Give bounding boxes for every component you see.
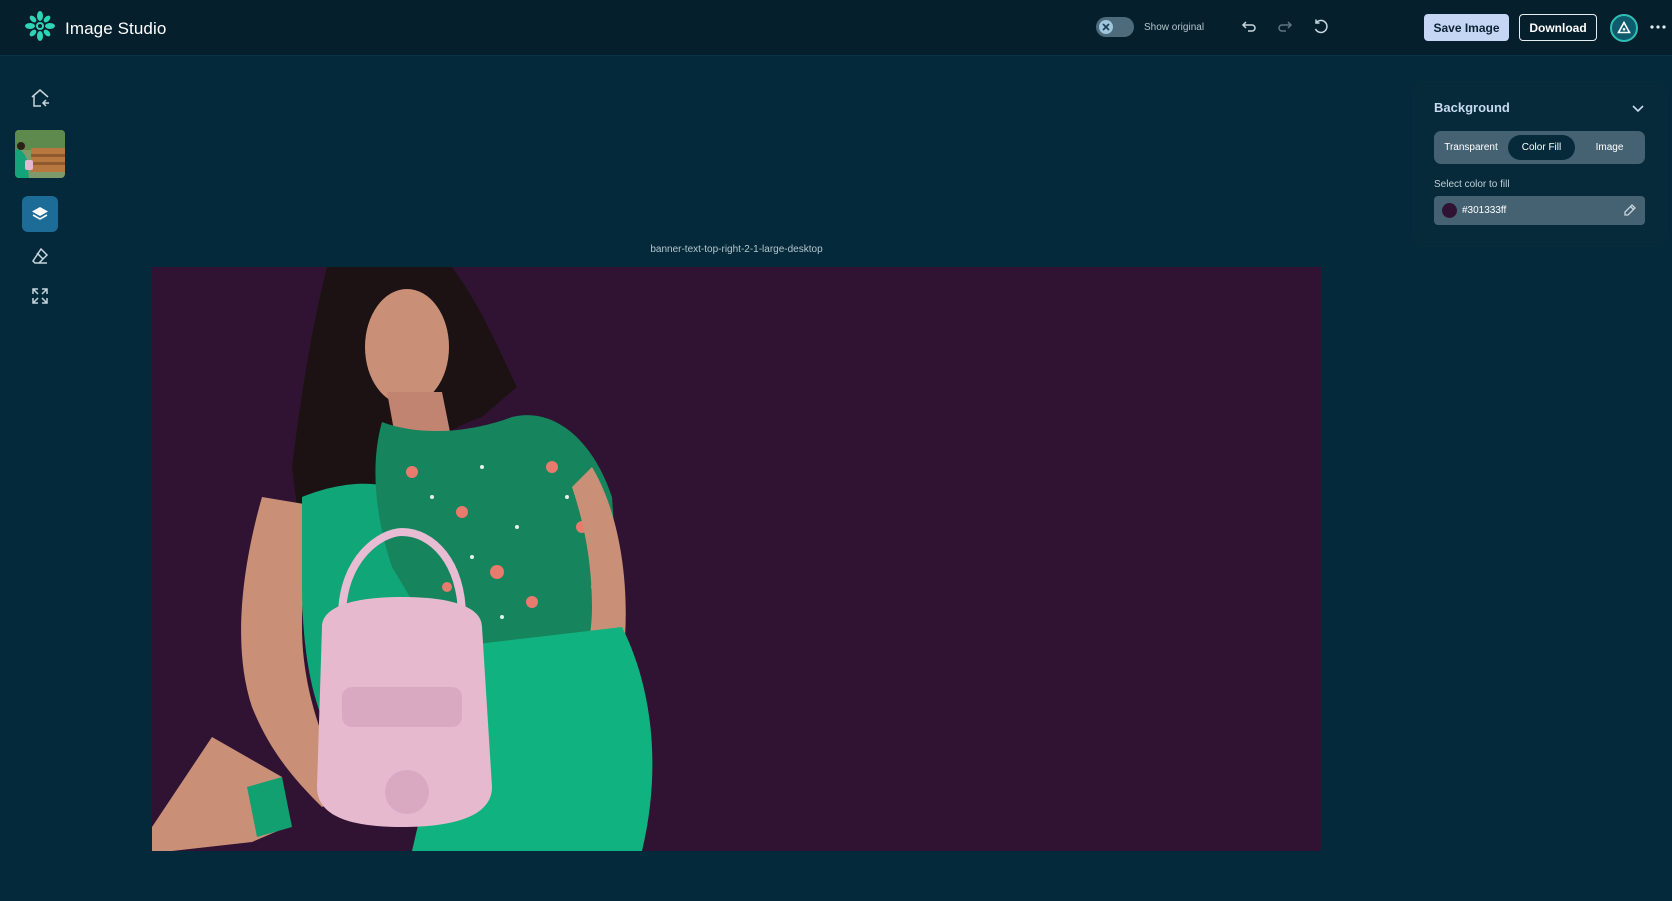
background-panel: Background Transparent Color Fill Image … xyxy=(1414,82,1666,246)
brand[interactable]: Image Studio xyxy=(24,10,166,47)
show-original-toggle-group: Show original xyxy=(1096,17,1204,37)
tab-color-fill[interactable]: Color Fill xyxy=(1508,135,1575,160)
reset-icon[interactable] xyxy=(1310,16,1332,38)
fill-color-input[interactable]: #301333ff xyxy=(1434,196,1645,225)
expand-icon[interactable] xyxy=(22,278,58,314)
show-original-toggle[interactable] xyxy=(1096,17,1134,37)
logo-icon xyxy=(24,10,56,47)
background-mode-tabs: Transparent Color Fill Image xyxy=(1434,131,1645,164)
home-back-icon[interactable] xyxy=(22,80,58,116)
app-title: Image Studio xyxy=(65,18,167,38)
more-menu-icon[interactable] xyxy=(1648,17,1668,37)
top-bar: Image Studio Show original Save Image Do… xyxy=(0,0,1672,56)
panel-title: Background xyxy=(1434,100,1510,115)
canvas-label: banner-text-top-right-2-1-large-desktop xyxy=(650,244,823,255)
toggle-knob xyxy=(1099,20,1113,34)
image-thumbnail[interactable] xyxy=(15,130,65,178)
show-original-label: Show original xyxy=(1144,21,1205,33)
eraser-icon[interactable] xyxy=(22,238,58,274)
fill-color-label: Select color to fill xyxy=(1434,179,1510,190)
eyedropper-icon[interactable] xyxy=(1623,203,1637,217)
chevron-down-icon[interactable] xyxy=(1630,100,1646,116)
image-canvas[interactable] xyxy=(152,267,1321,851)
tab-transparent[interactable]: Transparent xyxy=(1438,135,1504,160)
history-controls xyxy=(1238,16,1332,38)
redo-icon[interactable] xyxy=(1274,16,1296,38)
save-image-button[interactable]: Save Image xyxy=(1424,14,1509,41)
subject-image xyxy=(152,267,653,851)
triangle-logo-icon xyxy=(1617,21,1631,34)
undo-icon[interactable] xyxy=(1238,16,1260,38)
color-swatch[interactable] xyxy=(1442,203,1457,218)
tool-rail xyxy=(0,56,80,901)
color-value: #301333ff xyxy=(1462,205,1507,216)
avatar[interactable] xyxy=(1610,14,1638,42)
close-icon xyxy=(1102,23,1110,31)
layers-icon[interactable] xyxy=(22,196,58,232)
download-button[interactable]: Download xyxy=(1519,14,1597,41)
tab-image[interactable]: Image xyxy=(1578,135,1641,160)
